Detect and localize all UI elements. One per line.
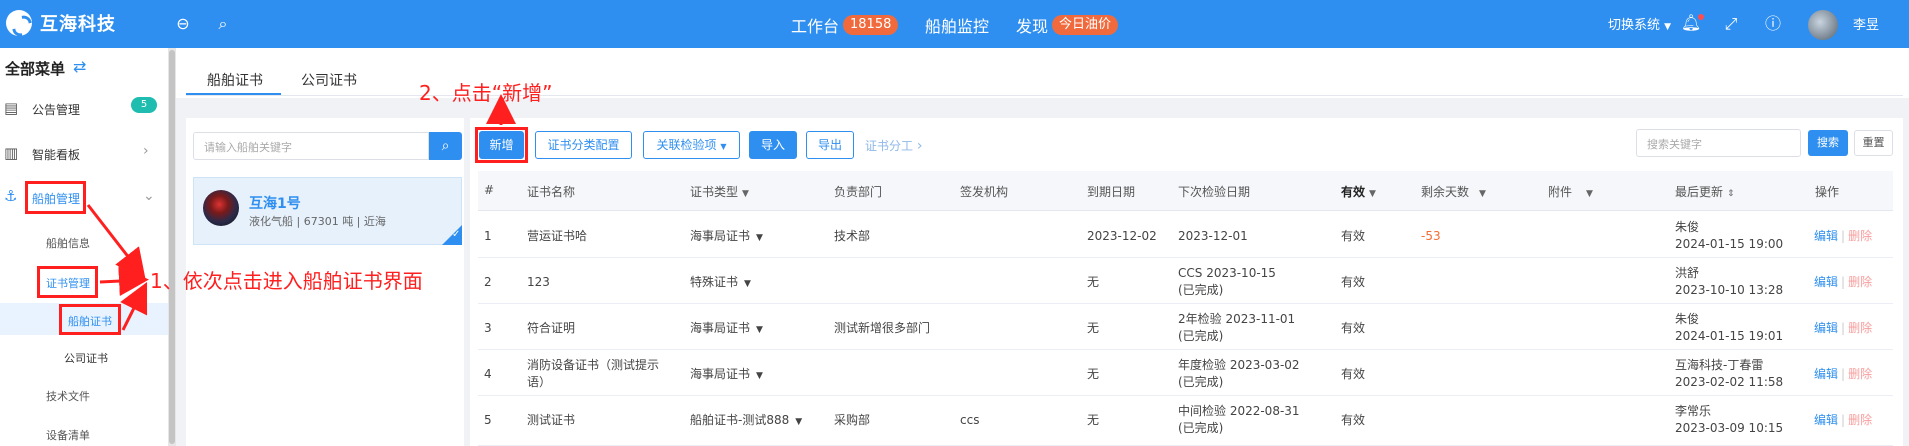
- annotation-step2: 2、点击“新增”: [419, 81, 553, 105]
- annotation-arrows: [86, 94, 516, 331]
- arrow-from-ship-certificates: [120, 281, 148, 331]
- annotation-step1: 1、依次点击进入船舶证书界面: [150, 269, 423, 293]
- arrow-to-step1: [86, 204, 146, 280]
- arrow-from-cert-management: [99, 266, 149, 297]
